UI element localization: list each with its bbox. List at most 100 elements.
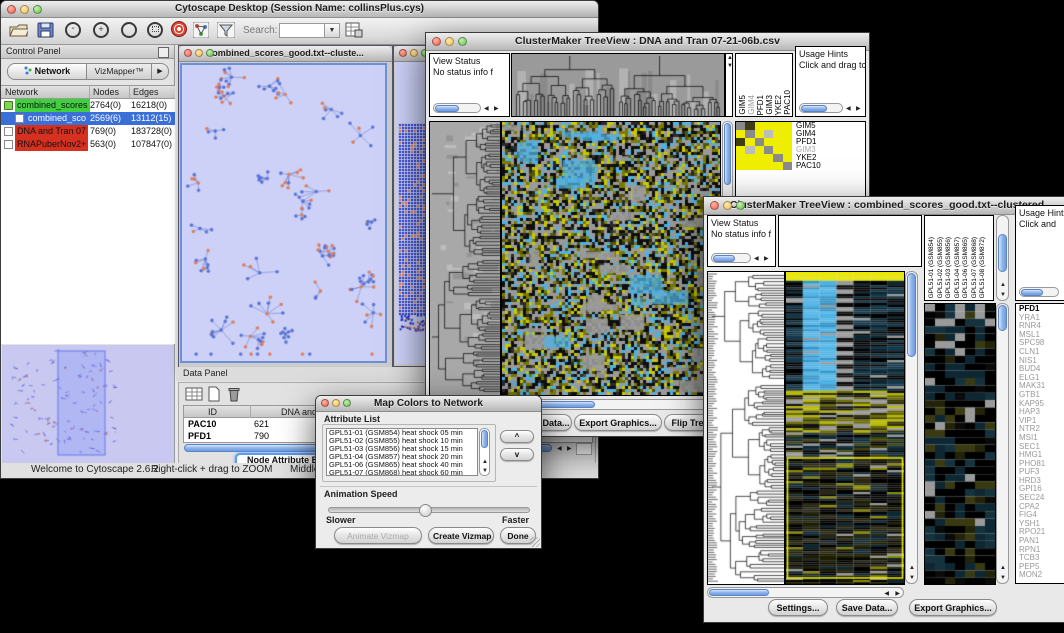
float-panel-icon[interactable] xyxy=(158,47,169,58)
data-grid-icon[interactable] xyxy=(185,386,203,402)
export-graphics-button[interactable]: Export Graphics... xyxy=(574,414,662,431)
array-label[interactable]: GPL51-08 (GSM872) xyxy=(978,237,987,298)
animate-vizmap-button[interactable]: Animate Vizmap xyxy=(334,527,422,544)
array-label[interactable]: GPL51-01 (GSM854) xyxy=(927,237,936,298)
main-hscrollbar[interactable]: ◀ ▶ xyxy=(707,587,904,598)
usage-hints-hscrollbar[interactable] xyxy=(799,103,843,113)
array-label[interactable]: YKE2 xyxy=(774,95,783,115)
tab-network[interactable]: Network xyxy=(7,63,87,80)
column-dendrogram-canvas[interactable] xyxy=(511,53,725,117)
open-file-icon[interactable] xyxy=(9,22,28,38)
network-tree-row[interactable]: DNA and Tran 07769(0)183728(0) xyxy=(1,125,175,138)
export-graphics-button[interactable]: Export Graphics... xyxy=(909,599,997,616)
close-button[interactable] xyxy=(184,49,192,57)
view-status-hscrollbar[interactable] xyxy=(711,253,751,263)
animation-speed-slider[interactable] xyxy=(328,507,530,513)
array-label[interactable]: GPL51-06 (GSM865) xyxy=(961,237,970,298)
hscroll-right-icon[interactable]: ▶ xyxy=(494,105,499,112)
close-button[interactable] xyxy=(432,37,441,46)
zoom-button[interactable] xyxy=(206,49,214,57)
create-vizmap-button[interactable]: Create Vizmap xyxy=(428,527,494,544)
dialog-titlebar[interactable]: Map Colors to Network xyxy=(316,396,541,412)
zoom-out-icon[interactable]: - xyxy=(65,22,81,38)
vscroll-up-icon[interactable]: ▲ xyxy=(1000,282,1006,288)
minimize-button[interactable] xyxy=(410,49,418,57)
col-network[interactable]: Network xyxy=(5,86,85,99)
array-label[interactable]: GPL51-07 (GSM868) xyxy=(970,237,979,298)
tab-overflow-arrow[interactable]: ▶ xyxy=(152,63,169,80)
zoom-fit-icon[interactable] xyxy=(121,22,137,38)
hscroll-left-icon[interactable]: ◀ xyxy=(557,445,562,452)
close-button[interactable] xyxy=(710,201,719,210)
vscroll-down-icon[interactable]: ▼ xyxy=(909,575,915,581)
slider-thumb[interactable] xyxy=(419,504,432,517)
col-nodes[interactable]: Nodes xyxy=(89,86,131,99)
array-label[interactable]: GPL51-03 (GSM856) xyxy=(944,237,953,298)
close-button[interactable] xyxy=(321,399,329,407)
array-label[interactable]: PFD1 xyxy=(756,95,765,115)
array-labels-vscrollbar[interactable]: ▲ ▼ xyxy=(996,215,1009,301)
zoom-selected-icon[interactable] xyxy=(147,22,163,38)
zoom-heatmap[interactable] xyxy=(736,122,792,170)
network-tree-row[interactable]: combined_scores2764(0)16218(0) xyxy=(1,99,175,112)
gene-label[interactable]: MON2 xyxy=(1019,571,1064,580)
array-label[interactable]: GIM4 xyxy=(747,95,756,115)
heatmap-vscrollbar[interactable]: ▲ ▼ xyxy=(905,271,918,584)
attribute-list-vscrollbar[interactable]: ▲ ▼ xyxy=(479,428,490,476)
data-col-id[interactable]: ID xyxy=(208,406,248,418)
resize-grip[interactable] xyxy=(530,537,540,547)
save-icon[interactable] xyxy=(37,22,54,38)
global-heatmap-canvas[interactable] xyxy=(501,121,721,396)
zoom-button[interactable] xyxy=(736,201,745,210)
gene-dendrogram-canvas[interactable] xyxy=(429,121,501,396)
minimize-button[interactable] xyxy=(445,37,454,46)
attribute-listbox[interactable]: GPL51-01 (GSM854) heat shock 05 minGPL51… xyxy=(326,428,478,476)
vscroll-down-icon[interactable]: ▼ xyxy=(1000,575,1006,581)
minimize-button[interactable] xyxy=(332,399,340,407)
close-button[interactable] xyxy=(7,5,16,14)
search-input[interactable] xyxy=(279,23,325,38)
cytoscape-titlebar[interactable]: Cytoscape Desktop (Session Name: collins… xyxy=(1,1,598,18)
array-label[interactable]: GPL51-04 (GSM857) xyxy=(953,237,962,298)
save-data-button[interactable]: Save Data... xyxy=(836,599,898,616)
minimize-button[interactable] xyxy=(20,5,29,14)
move-up-button[interactable]: ^ xyxy=(500,430,534,443)
strip-up-icon[interactable]: ▲ xyxy=(727,55,733,61)
zoom-vscrollbar[interactable]: ▲ ▼ xyxy=(996,303,1009,584)
array-label[interactable]: GIM5 xyxy=(738,95,747,115)
vscroll-down-icon[interactable]: ▼ xyxy=(482,468,488,474)
tab-vizmapper[interactable]: VizMapper™ xyxy=(87,63,152,80)
hscroll-left-icon[interactable]: ◀ xyxy=(884,590,889,597)
trash-icon[interactable] xyxy=(227,386,241,402)
treeview-combined-titlebar[interactable]: ClusterMaker TreeView : combined_scores_… xyxy=(704,197,1064,215)
attribute-list-item[interactable]: GPL51-07 (GSM868) heat shock 60 min xyxy=(329,469,477,476)
hscroll-left-icon[interactable]: ◀ xyxy=(846,105,851,112)
help-lifering-icon[interactable] xyxy=(171,21,187,37)
search-dropdown[interactable]: ▼ xyxy=(324,23,340,38)
hscroll-right-icon[interactable]: ▶ xyxy=(895,590,900,597)
array-label[interactable]: GIM3 xyxy=(765,95,774,115)
array-label[interactable]: PAC10 xyxy=(783,90,792,115)
birdseye-overview-canvas[interactable] xyxy=(2,345,174,463)
zoom-button[interactable] xyxy=(343,399,351,407)
usage-hints-hscrollbar[interactable] xyxy=(1019,287,1059,297)
network-tree-row[interactable]: RNAPuberNov2+563(0)107847(0) xyxy=(1,138,175,151)
minimize-button[interactable] xyxy=(195,49,203,57)
network-tree-row[interactable]: combined_sco2569(6)13112(15) xyxy=(1,112,175,125)
vscroll-up-icon[interactable]: ▲ xyxy=(1000,565,1006,571)
hscroll-left-icon[interactable]: ◀ xyxy=(754,255,759,262)
zoom-button[interactable] xyxy=(33,5,42,14)
hscroll-left-icon[interactable]: ◀ xyxy=(484,105,489,112)
network-view-titlebar[interactable]: combined_scores_good.txt--cluste... xyxy=(179,46,392,62)
array-label[interactable]: GPL51-02 (GSM855) xyxy=(936,237,945,298)
vscroll-up-icon[interactable]: ▲ xyxy=(909,565,915,571)
move-down-button[interactable]: v xyxy=(500,448,534,461)
new-document-icon[interactable] xyxy=(207,386,221,402)
global-heatmap-canvas[interactable] xyxy=(785,271,905,585)
settings-button[interactable]: Settings... xyxy=(768,599,828,616)
zoom-heatmap-canvas[interactable] xyxy=(924,303,996,585)
view-status-hscrollbar[interactable] xyxy=(433,103,481,113)
zoom-in-icon[interactable]: + xyxy=(93,22,109,38)
minimize-button[interactable] xyxy=(723,201,732,210)
hscroll-right-icon[interactable]: ▶ xyxy=(764,255,769,262)
